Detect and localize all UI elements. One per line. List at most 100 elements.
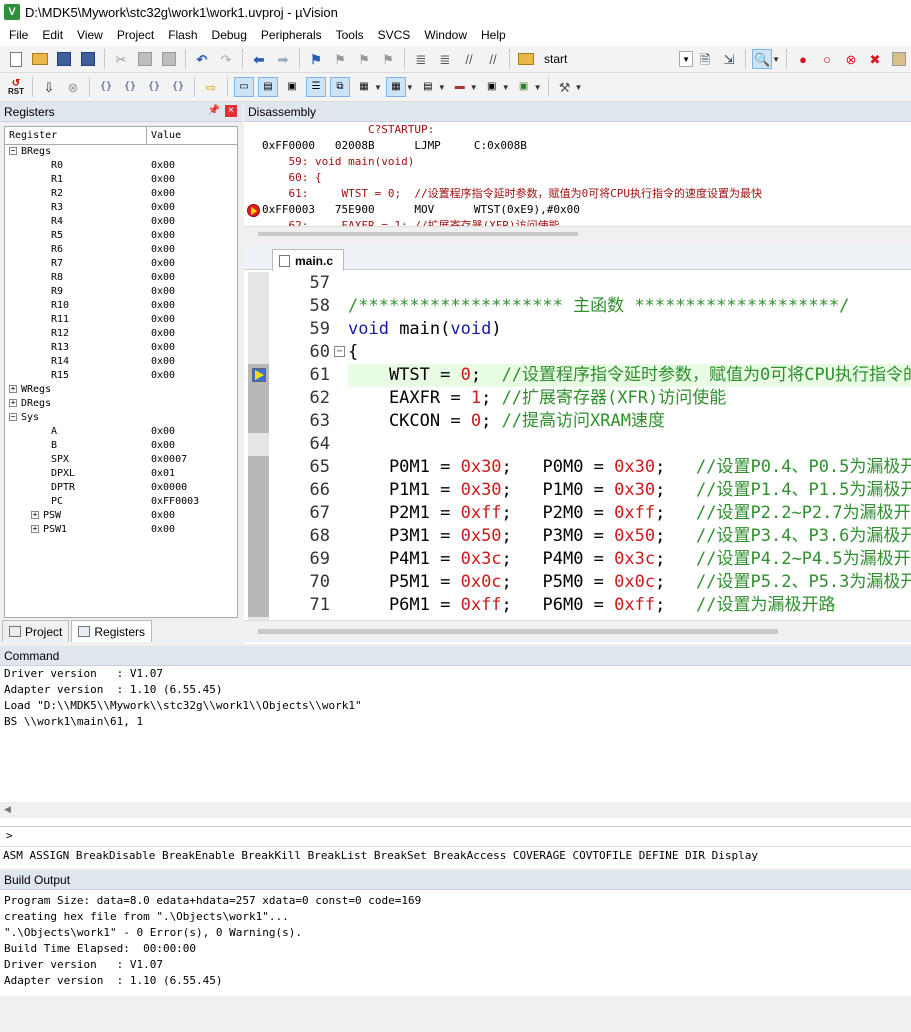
register-row[interactable]: R13 0x00 bbox=[5, 341, 237, 355]
register-value[interactable]: 0x00 bbox=[147, 313, 175, 327]
menu-help[interactable]: Help bbox=[474, 25, 513, 45]
register-row[interactable]: A 0x00 bbox=[5, 425, 237, 439]
tree-group-dregs[interactable]: + DRegs bbox=[5, 397, 237, 411]
menu-window[interactable]: Window bbox=[417, 25, 474, 45]
register-value[interactable]: 0x00 bbox=[147, 243, 175, 257]
step-into-button[interactable]: {} bbox=[96, 77, 116, 97]
toolbox-button[interactable]: ⚒ bbox=[555, 77, 575, 97]
register-row[interactable]: R9 0x00 bbox=[5, 285, 237, 299]
undo-button[interactable]: ↶ bbox=[192, 49, 212, 69]
register-value[interactable]: 0x00 bbox=[147, 229, 175, 243]
bookmark-toggle-button[interactable]: ⚑ bbox=[306, 49, 326, 69]
register-row[interactable]: R4 0x00 bbox=[5, 215, 237, 229]
open-file-button[interactable] bbox=[30, 49, 50, 69]
menu-file[interactable]: File bbox=[2, 25, 35, 45]
trace-window-button[interactable]: ▣ bbox=[482, 77, 502, 97]
code-line[interactable]: 64 bbox=[248, 433, 911, 456]
register-value[interactable]: 0x00 bbox=[147, 523, 175, 537]
code-line[interactable]: 68 P3M1 = 0x50; P3M0 = 0x50; //设置P3.4、P3… bbox=[248, 525, 911, 548]
register-value[interactable]: 0x00 bbox=[147, 439, 175, 453]
code-line[interactable]: 58 /******************** 主函数 ************… bbox=[248, 295, 911, 318]
nav-back-button[interactable]: ⬅ bbox=[249, 49, 269, 69]
disable-all-breakpoints-button[interactable]: ⊗ bbox=[841, 49, 861, 69]
register-row[interactable]: R15 0x00 bbox=[5, 369, 237, 383]
bookmark-next-button[interactable]: ⚑ bbox=[354, 49, 374, 69]
register-row[interactable]: R8 0x00 bbox=[5, 271, 237, 285]
code-line[interactable]: 71 P6M1 = 0xff; P6M0 = 0xff; //设置为漏极开路 bbox=[248, 594, 911, 617]
code-line[interactable]: 59 void main(void) bbox=[248, 318, 911, 341]
register-row[interactable]: DPXL 0x01 bbox=[5, 467, 237, 481]
kill-all-breakpoints-button[interactable]: ✖ bbox=[865, 49, 885, 69]
menu-flash[interactable]: Flash bbox=[161, 25, 204, 45]
register-value[interactable]: 0x0007 bbox=[147, 453, 187, 467]
register-row[interactable]: DPTR 0x0000 bbox=[5, 481, 237, 495]
register-row[interactable]: R6 0x00 bbox=[5, 243, 237, 257]
call-stack-window-button[interactable]: ⧉ bbox=[330, 77, 350, 97]
register-row[interactable]: SPX 0x0007 bbox=[5, 453, 237, 467]
register-row[interactable]: B 0x00 bbox=[5, 439, 237, 453]
disassembly-source-line[interactable]: 59: void main(void) bbox=[244, 154, 911, 170]
disassembly-instruction-line[interactable]: C?STARTUP: bbox=[244, 122, 911, 138]
expand-icon[interactable]: + bbox=[31, 511, 39, 519]
code-line[interactable]: 65 P0M1 = 0x30; P0M0 = 0x30; //设置P0.4、P0… bbox=[248, 456, 911, 479]
expand-icon[interactable]: + bbox=[9, 385, 17, 393]
tab-registers[interactable]: Registers bbox=[71, 620, 153, 642]
disassembly-source-line[interactable]: 62: EAXFR = 1; //扩展寄存器(XFR)访问使能 bbox=[244, 218, 911, 226]
new-file-button[interactable] bbox=[6, 49, 26, 69]
disassembly-window-button[interactable]: ▤ bbox=[258, 77, 278, 97]
code-line[interactable]: 57 bbox=[248, 272, 911, 295]
disassembly-source-line[interactable]: 60: { bbox=[244, 170, 911, 186]
find-in-files-button[interactable] bbox=[516, 49, 536, 69]
register-row[interactable]: R14 0x00 bbox=[5, 355, 237, 369]
register-value[interactable]: 0x00 bbox=[147, 509, 175, 523]
system-viewer-button[interactable]: ▣ bbox=[514, 77, 534, 97]
register-value[interactable]: 0x01 bbox=[147, 467, 175, 481]
disassembly-hscrollbar[interactable] bbox=[244, 226, 911, 242]
column-header-register[interactable]: Register bbox=[5, 127, 147, 144]
register-row[interactable]: R0 0x00 bbox=[5, 159, 237, 173]
run-to-cursor-button[interactable]: {} bbox=[168, 77, 188, 97]
expand-icon[interactable]: + bbox=[9, 399, 17, 407]
tree-group-wregs[interactable]: + WRegs bbox=[5, 383, 237, 397]
tree-group-bregs[interactable]: − BRegs bbox=[5, 145, 237, 159]
disassembly-view[interactable]: C?STARTUP: 0xFF0000 02008B LJMP C:0x008B … bbox=[244, 122, 911, 226]
indent-button[interactable]: ≣ bbox=[411, 49, 431, 69]
tab-main-c[interactable]: main.c bbox=[272, 249, 345, 271]
copy-button[interactable] bbox=[135, 49, 155, 69]
cut-button[interactable]: ✂ bbox=[111, 49, 131, 69]
configure-button[interactable] bbox=[889, 49, 909, 69]
register-row[interactable]: + PSW 0x00 bbox=[5, 509, 237, 523]
menu-peripherals[interactable]: Peripherals bbox=[254, 25, 329, 45]
bookmark-prev-button[interactable]: ⚑ bbox=[330, 49, 350, 69]
register-value[interactable]: 0x00 bbox=[147, 159, 175, 173]
menu-svcs[interactable]: SVCS bbox=[371, 25, 418, 45]
code-line[interactable]: 69 P4M1 = 0x3c; P4M0 = 0x3c; //设置P4.2~P4… bbox=[248, 548, 911, 571]
register-value[interactable]: 0x00 bbox=[147, 299, 175, 313]
register-value[interactable]: 0x00 bbox=[147, 425, 175, 439]
unindent-button[interactable]: ≣ bbox=[435, 49, 455, 69]
disassembly-instruction-line[interactable]: 0xFF0000 02008B LJMP C:0x008B bbox=[244, 138, 911, 154]
register-value[interactable]: 0x00 bbox=[147, 257, 175, 271]
bookmark-clear-button[interactable]: ⚑ bbox=[378, 49, 398, 69]
pin-icon[interactable]: 📌 bbox=[208, 105, 220, 116]
close-icon[interactable]: × bbox=[225, 105, 237, 117]
register-row[interactable]: R7 0x00 bbox=[5, 257, 237, 271]
serial-window-button[interactable]: ▤ bbox=[418, 77, 438, 97]
register-value[interactable]: 0xFF0003 bbox=[147, 495, 199, 509]
register-row[interactable]: R12 0x00 bbox=[5, 327, 237, 341]
command-input[interactable]: > bbox=[0, 826, 911, 844]
column-header-value[interactable]: Value bbox=[147, 127, 181, 144]
save-button[interactable] bbox=[54, 49, 74, 69]
find-button[interactable]: 🗎 bbox=[695, 49, 715, 69]
save-all-button[interactable] bbox=[78, 49, 98, 69]
analysis-window-button[interactable]: ▬ bbox=[450, 77, 470, 97]
target-select[interactable]: start ▼ bbox=[540, 49, 694, 69]
registers-window-button[interactable]: ☰ bbox=[306, 77, 326, 97]
register-row[interactable]: R1 0x00 bbox=[5, 173, 237, 187]
watch-window-button[interactable]: ▦ bbox=[354, 77, 374, 97]
command-window-button[interactable]: ▭ bbox=[234, 77, 254, 97]
uncomment-button[interactable]: // bbox=[483, 49, 503, 69]
expand-icon[interactable]: + bbox=[31, 525, 39, 533]
code-line[interactable]: 61 WTST = 0; //设置程序指令延时参数，赋值为0可将CPU执行指令的… bbox=[248, 364, 911, 387]
code-line[interactable]: 70 P5M1 = 0x0c; P5M0 = 0x0c; //设置P5.2、P5… bbox=[248, 571, 911, 594]
